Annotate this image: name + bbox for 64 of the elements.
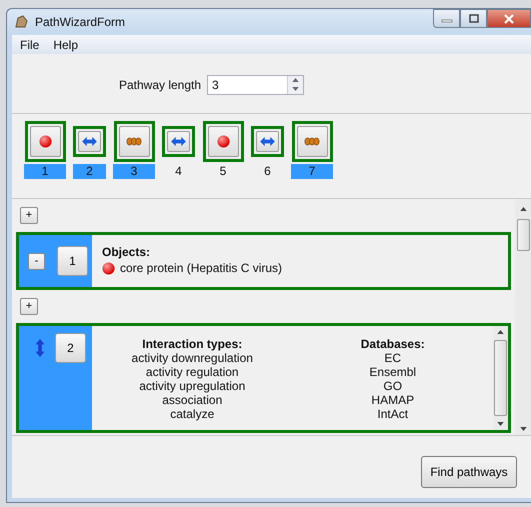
double-arrow-icon xyxy=(170,136,187,147)
index-button[interactable]: 1 xyxy=(57,246,88,276)
menu-item[interactable]: File xyxy=(20,38,40,52)
database-name: HAMAP xyxy=(371,393,414,407)
step-number[interactable]: 6 xyxy=(251,164,284,179)
ball-icon xyxy=(38,135,52,148)
beads-icon xyxy=(304,137,320,146)
step-number[interactable]: 3 xyxy=(113,164,155,179)
step-button[interactable] xyxy=(78,131,101,152)
step-button[interactable] xyxy=(167,131,190,152)
column-heading: Interaction types: xyxy=(142,337,242,351)
scroll-thumb[interactable] xyxy=(494,340,507,416)
maximize-button[interactable] xyxy=(460,9,487,28)
double-arrow-icon xyxy=(259,136,276,147)
interaction-type: association xyxy=(162,393,222,407)
down-arrow-icon[interactable] xyxy=(520,427,526,431)
app-icon xyxy=(13,14,29,30)
double-arrow-icon xyxy=(81,136,98,147)
database-name: Ensembl xyxy=(369,365,416,379)
step-button[interactable] xyxy=(118,126,150,157)
down-arrow-icon[interactable] xyxy=(497,422,504,426)
window-title: PathWizardForm xyxy=(35,15,126,29)
ball-icon xyxy=(216,135,230,148)
scrollbar[interactable] xyxy=(515,199,531,435)
section-heading: Objects: xyxy=(102,245,152,259)
database-name: IntAct xyxy=(377,407,408,421)
step-button[interactable] xyxy=(256,131,279,152)
maximize-icon xyxy=(468,14,480,24)
add-button[interactable]: + xyxy=(20,298,38,315)
step-number[interactable]: 7 xyxy=(291,164,333,179)
database-name: EC xyxy=(384,351,402,365)
scroll-thumb[interactable] xyxy=(516,219,530,251)
add-button[interactable]: + xyxy=(20,207,38,224)
interaction-type: activity upregulation xyxy=(139,379,246,393)
up-arrow-icon[interactable] xyxy=(520,207,526,211)
up-down-arrow-icon xyxy=(35,339,45,357)
scrollbar[interactable] xyxy=(493,326,508,430)
interaction-type: activity downregulation xyxy=(132,351,253,365)
step-number[interactable]: 1 xyxy=(24,164,66,179)
step-number[interactable]: 4 xyxy=(162,164,195,179)
step-button[interactable] xyxy=(30,126,60,157)
minimize-button[interactable] xyxy=(433,9,460,28)
find-pathways-button[interactable]: Find pathways xyxy=(421,456,517,488)
interaction-type: activity regulation xyxy=(146,365,239,379)
up-arrow-icon[interactable] xyxy=(292,78,300,82)
step-button[interactable] xyxy=(296,126,328,157)
up-arrow-icon[interactable] xyxy=(497,330,504,334)
interaction-type: catalyze xyxy=(170,407,214,421)
field-label: Pathway length xyxy=(118,78,202,92)
number-field[interactable]: 3 xyxy=(207,74,304,94)
close-button[interactable] xyxy=(487,9,531,28)
index-button[interactable]: 2 xyxy=(55,333,86,363)
step-number[interactable]: 5 xyxy=(202,164,244,179)
beads-icon xyxy=(126,137,142,146)
remove-button[interactable]: - xyxy=(28,252,45,270)
menu-item[interactable]: Help xyxy=(53,38,78,52)
close-icon xyxy=(503,14,515,24)
step-number[interactable]: 2 xyxy=(73,164,106,179)
column-heading: Databases: xyxy=(360,337,425,351)
object-name: core protein (Hepatitis C virus) xyxy=(120,261,282,275)
ball-icon xyxy=(102,262,115,274)
down-arrow-icon[interactable] xyxy=(292,87,300,91)
step-button[interactable] xyxy=(208,126,238,157)
database-name: GO xyxy=(383,379,402,393)
